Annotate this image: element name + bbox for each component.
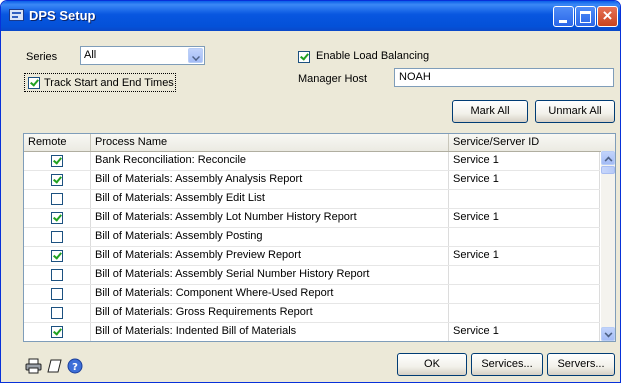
dps-setup-window: DPS Setup Series All Track Start and End… [0, 0, 621, 383]
series-dropdown[interactable]: All [80, 46, 205, 65]
remote-cell [24, 209, 91, 227]
process-name-cell: Bill of Materials: Component Where-Used … [91, 285, 449, 303]
svg-text:?: ? [72, 362, 78, 373]
series-value: All [84, 49, 97, 61]
remote-checkbox[interactable] [51, 155, 63, 167]
note-icon[interactable] [47, 358, 63, 374]
table-rows: Bank Reconciliation: Reconcile Service 1B… [24, 152, 600, 341]
remote-cell [24, 171, 91, 189]
track-times-checkbox[interactable] [28, 77, 40, 89]
help-icon[interactable]: ? [67, 358, 83, 374]
service-id-cell[interactable]: Service 1 [449, 209, 600, 227]
chevron-down-icon[interactable] [188, 48, 203, 63]
vertical-scrollbar[interactable] [601, 151, 615, 341]
process-table: Remote Process Name Service/Server ID Ba… [23, 133, 616, 342]
maximize-button[interactable] [575, 6, 596, 27]
table-row[interactable]: Bank Reconciliation: Reconcile Service 1 [24, 152, 600, 171]
scroll-down-icon[interactable] [601, 327, 615, 341]
process-name-cell: Bill of Materials: Gross Requirements Re… [91, 304, 449, 322]
column-header-remote[interactable]: Remote [24, 134, 91, 151]
service-id-cell[interactable]: Service 1 [449, 247, 600, 265]
remote-cell [24, 266, 91, 284]
minimize-button[interactable] [553, 6, 574, 27]
series-label: Series [26, 51, 58, 63]
remote-checkbox[interactable] [51, 231, 63, 243]
table-row[interactable]: Bill of Materials: Indented Bill of Mate… [24, 323, 600, 341]
process-name-cell: Bill of Materials: Assembly Posting [91, 228, 449, 246]
process-name-cell: Bill of Materials: Indented Bill of Mate… [91, 323, 449, 341]
load-balancing-checkbox[interactable] [298, 51, 310, 63]
services-button[interactable]: Services... [471, 353, 543, 376]
table-row[interactable]: Bill of Materials: Assembly Lot Number H… [24, 209, 600, 228]
remote-checkbox[interactable] [51, 174, 63, 186]
remote-checkbox[interactable] [51, 326, 63, 338]
remote-checkbox[interactable] [51, 193, 63, 205]
remote-cell [24, 285, 91, 303]
service-id-cell[interactable]: Service 1 [449, 323, 600, 341]
remote-checkbox[interactable] [51, 288, 63, 300]
remote-checkbox[interactable] [51, 269, 63, 281]
title-bar[interactable]: DPS Setup [1, 1, 620, 31]
remote-cell [24, 323, 91, 341]
table-row[interactable]: Bill of Materials: Assembly Posting [24, 228, 600, 247]
remote-checkbox[interactable] [51, 250, 63, 262]
service-id-cell[interactable] [449, 304, 600, 322]
table-row[interactable]: Bill of Materials: Assembly Analysis Rep… [24, 171, 600, 190]
scroll-up-icon[interactable] [601, 151, 615, 165]
remote-cell [24, 247, 91, 265]
service-id-cell[interactable] [449, 228, 600, 246]
process-name-cell: Bill of Materials: Assembly Edit List [91, 190, 449, 208]
column-header-process[interactable]: Process Name [91, 134, 449, 151]
servers-button[interactable]: Servers... [547, 353, 615, 376]
table-row[interactable]: Bill of Materials: Assembly Edit List [24, 190, 600, 209]
remote-cell [24, 304, 91, 322]
remote-cell [24, 228, 91, 246]
service-id-cell[interactable] [449, 285, 600, 303]
table-row[interactable]: Bill of Materials: Assembly Serial Numbe… [24, 266, 600, 285]
printer-icon[interactable] [25, 358, 43, 374]
service-id-cell[interactable] [449, 266, 600, 284]
window-title: DPS Setup [29, 8, 96, 23]
remote-checkbox[interactable] [51, 307, 63, 319]
remote-cell [24, 152, 91, 170]
manager-host-label: Manager Host [298, 73, 368, 85]
service-id-cell[interactable]: Service 1 [449, 152, 600, 170]
table-row[interactable]: Bill of Materials: Assembly Preview Repo… [24, 247, 600, 266]
table-header: Remote Process Name Service/Server ID [24, 134, 615, 152]
mark-all-button[interactable]: Mark All [452, 100, 528, 123]
window-icon [9, 9, 24, 21]
unmark-all-button[interactable]: Unmark All [535, 100, 615, 123]
ok-button[interactable]: OK [397, 353, 467, 376]
process-name-cell: Bill of Materials: Assembly Serial Numbe… [91, 266, 449, 284]
track-times-label[interactable]: Track Start and End Times [44, 77, 174, 89]
manager-host-field[interactable]: NOAH [394, 68, 614, 87]
close-button[interactable] [597, 6, 618, 27]
remote-checkbox[interactable] [51, 212, 63, 224]
process-name-cell: Bill of Materials: Assembly Analysis Rep… [91, 171, 449, 189]
process-name-cell: Bill of Materials: Assembly Preview Repo… [91, 247, 449, 265]
column-header-service[interactable]: Service/Server ID [449, 134, 615, 151]
table-row[interactable]: Bill of Materials: Component Where-Used … [24, 285, 600, 304]
scroll-thumb[interactable] [601, 166, 615, 174]
remote-cell [24, 190, 91, 208]
process-name-cell: Bank Reconciliation: Reconcile [91, 152, 449, 170]
service-id-cell[interactable] [449, 190, 600, 208]
process-name-cell: Bill of Materials: Assembly Lot Number H… [91, 209, 449, 227]
service-id-cell[interactable]: Service 1 [449, 171, 600, 189]
table-row[interactable]: Bill of Materials: Gross Requirements Re… [24, 304, 600, 323]
load-balancing-label[interactable]: Enable Load Balancing [316, 50, 429, 62]
